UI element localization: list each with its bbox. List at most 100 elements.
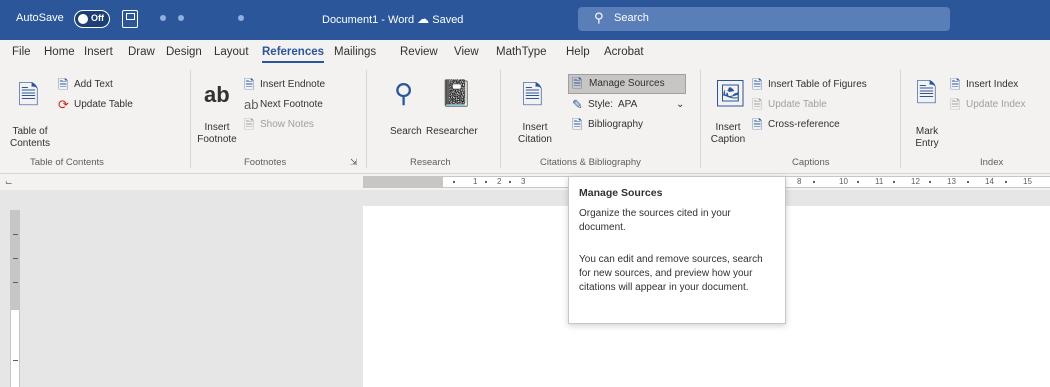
vertical-ruler-margin	[11, 210, 19, 310]
cloud-status-text: Saved	[432, 14, 464, 26]
insert-index-button[interactable]: Insert Index	[966, 79, 1018, 90]
redo-icon[interactable]	[178, 15, 184, 21]
bibliography-icon: 🗎	[572, 117, 583, 132]
insert-index-icon: 🗎	[950, 77, 961, 92]
search-box[interactable]: ⚲ Search	[578, 7, 950, 31]
show-notes-button[interactable]: Show Notes	[260, 119, 314, 130]
update-index-icon: 🗎	[950, 97, 961, 112]
document-title[interactable]: Document1 - Word ☁ Saved	[322, 12, 463, 26]
tab-home[interactable]: Home	[44, 46, 75, 58]
group-label-index: Index	[980, 157, 1004, 168]
search-icon: ⚲	[594, 10, 604, 25]
vertical-ruler-tick	[13, 258, 18, 259]
researcher-button[interactable]: Researcher	[426, 126, 478, 137]
mark-entry-button[interactable]: Mark Entry	[912, 126, 942, 150]
group-label-footnotes: Footnotes	[244, 157, 287, 168]
bibliography-button[interactable]: Bibliography	[588, 119, 643, 130]
ruler-number: 3	[521, 177, 526, 186]
group-divider	[700, 70, 701, 168]
tab-design[interactable]: Design	[166, 46, 202, 58]
ruler-number: 13	[947, 177, 956, 186]
update-table-button[interactable]: Update Table	[74, 99, 133, 110]
tab-references[interactable]: References	[262, 46, 325, 63]
add-text-button[interactable]: Add Text	[74, 79, 113, 90]
insert-endnote-icon: 🗎	[244, 77, 255, 92]
manage-sources-label: Manage Sources	[589, 78, 665, 89]
group-divider	[366, 70, 367, 168]
table-of-contents-icon[interactable]: 🗎	[18, 82, 39, 108]
insert-endnote-button[interactable]: Insert Endnote	[260, 79, 325, 90]
style-label: Style:	[588, 99, 614, 110]
cloud-status-icon: ☁	[417, 12, 430, 26]
table-of-figures-icon: 🗎	[752, 77, 763, 92]
next-footnote-button[interactable]: Next Footnote	[260, 99, 323, 110]
tab-mailings[interactable]: Mailings	[334, 46, 376, 58]
update-table-icon: 🗎	[752, 97, 763, 112]
tab-selector-icon[interactable]: ⌙	[5, 177, 13, 188]
ruler-number: 8	[797, 177, 802, 186]
group-label-research: Research	[410, 157, 451, 168]
insert-citation-icon[interactable]: 🗎	[522, 82, 543, 108]
ruler-tick	[813, 181, 815, 183]
search-placeholder: Search	[614, 12, 649, 24]
style-dropdown[interactable]: APA	[618, 99, 637, 110]
ruler-tick	[967, 181, 969, 183]
ruler-tick	[893, 181, 895, 183]
footnotes-dialog-launcher-icon[interactable]: ⇲	[350, 157, 358, 168]
tab-draw[interactable]: Draw	[128, 46, 155, 58]
tab-review[interactable]: Review	[400, 46, 438, 58]
ruler-tick	[485, 181, 487, 183]
autosave-toggle[interactable]: Off	[74, 10, 110, 28]
tab-layout[interactable]: Layout	[214, 46, 249, 58]
insert-footnote-icon[interactable]: ab	[204, 84, 230, 106]
tab-help[interactable]: Help	[566, 46, 590, 58]
manage-sources-button[interactable]: 🗎 Manage Sources	[568, 74, 686, 94]
group-label-captions: Captions	[792, 157, 830, 168]
ruler-bar: ⌙ 1 2 3 8 10 11 12 13 14 15	[0, 174, 1050, 190]
search-icon[interactable]: ⚲	[394, 80, 413, 106]
ribbon: 🗎 Table of Contents 🗎 Add Text ⟳ Update …	[0, 66, 1050, 174]
insert-footnote-button[interactable]: Insert Footnote	[196, 122, 238, 146]
group-label-citations: Citations & Bibliography	[540, 157, 641, 168]
update-table-of-figures-button[interactable]: Update Table	[768, 99, 827, 110]
customize-quick-access-icon[interactable]	[238, 15, 244, 21]
undo-icon[interactable]	[160, 15, 166, 21]
manage-sources-icon: 🗎	[572, 76, 583, 91]
tab-acrobat[interactable]: Acrobat	[604, 46, 644, 58]
tab-view[interactable]: View	[454, 46, 479, 58]
group-divider	[190, 70, 191, 168]
insert-caption-icon[interactable]: 🖼	[714, 80, 747, 106]
researcher-icon[interactable]: 📓	[440, 80, 472, 106]
document-area	[0, 190, 1050, 387]
tab-insert[interactable]: Insert	[84, 46, 113, 58]
ribbon-tabs: File Home Insert Draw Design Layout Refe…	[0, 40, 1050, 66]
vertical-ruler[interactable]	[10, 210, 20, 387]
cross-reference-button[interactable]: Cross-reference	[768, 119, 840, 130]
tab-file[interactable]: File	[12, 46, 31, 58]
manage-sources-tooltip: Manage Sources Organize the sources cite…	[568, 176, 786, 324]
cross-reference-icon: 🗎	[752, 117, 763, 132]
mark-entry-icon[interactable]: 🗎	[916, 80, 937, 106]
chevron-down-icon[interactable]: ⌄	[676, 99, 684, 110]
ruler-tick	[453, 181, 455, 183]
insert-table-of-figures-button[interactable]: Insert Table of Figures	[768, 79, 867, 90]
document-name: Document1 - Word	[322, 14, 415, 26]
toggle-knob	[78, 14, 88, 24]
ruler-number: 2	[497, 177, 502, 186]
tooltip-description: Organize the sources cited in your docum…	[579, 208, 731, 233]
ruler-number: 14	[985, 177, 994, 186]
insert-caption-button[interactable]: Insert Caption	[706, 122, 750, 146]
group-label-toc: Table of Contents	[30, 157, 104, 168]
ruler-number: 15	[1023, 177, 1032, 186]
ruler-number: 1	[473, 177, 478, 186]
ruler-left-margin	[363, 177, 443, 187]
table-of-contents-button[interactable]: Table of Contents	[8, 126, 52, 150]
insert-citation-button[interactable]: Insert Citation	[510, 122, 560, 146]
update-table-icon: ⟳	[58, 97, 69, 112]
save-icon[interactable]	[122, 10, 138, 28]
group-divider	[900, 70, 901, 168]
autosave-state: Off	[91, 13, 104, 23]
search-button[interactable]: Search	[390, 126, 422, 137]
update-index-button[interactable]: Update Index	[966, 99, 1026, 110]
tab-mathtype[interactable]: MathType	[496, 46, 547, 58]
